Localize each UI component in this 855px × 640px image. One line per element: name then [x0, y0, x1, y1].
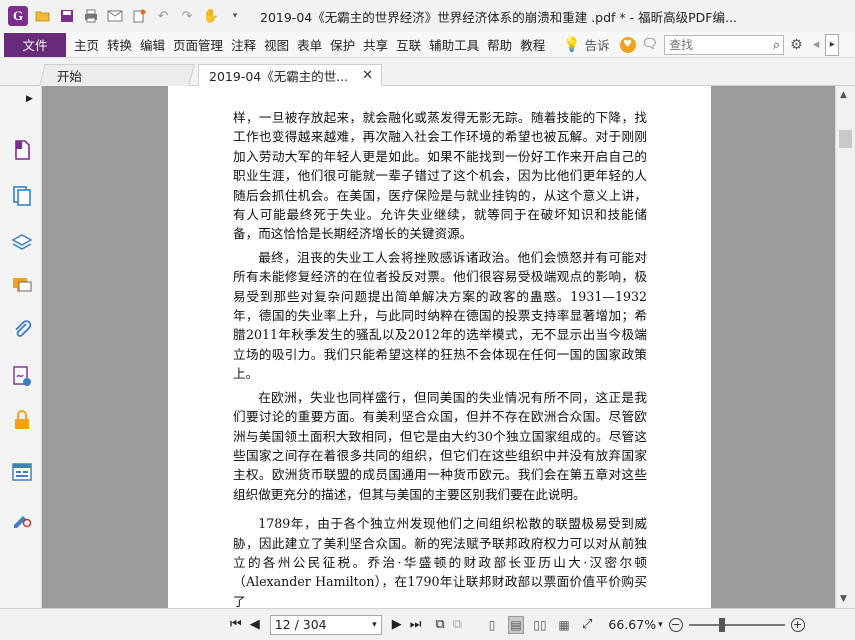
- zoom-level[interactable]: 66.67%: [608, 617, 656, 632]
- open-icon[interactable]: [34, 7, 52, 25]
- zoom-slider[interactable]: [688, 617, 785, 632]
- menu-convert[interactable]: 转换: [103, 35, 136, 54]
- menu-connect[interactable]: 互联: [392, 35, 425, 54]
- pdf-page: 样，一旦被存放起来，就会融化或蒸发得无影无踪。随着技能的下降，找工作也变得越来越…: [168, 86, 711, 608]
- paragraph: 样，一旦被存放起来，就会融化或蒸发得无影无踪。随着技能的下降，找工作也变得越来越…: [233, 110, 647, 242]
- zoom-in-icon[interactable]: +: [790, 617, 805, 632]
- facing-view-icon[interactable]: ▯▯: [532, 616, 548, 634]
- menu-form[interactable]: 表单: [293, 35, 326, 54]
- continuous-facing-view-icon[interactable]: ▦: [556, 616, 572, 634]
- search-icon[interactable]: ⌕: [773, 38, 780, 53]
- title-bar: G ↶ ↷ ✋ ▾ 2019-04《无霸主的世界经济》世界经济体系的崩溃和重建 …: [0, 0, 855, 32]
- menu-edit[interactable]: 编辑: [136, 35, 169, 54]
- hand-tool-icon[interactable]: ✋: [202, 7, 220, 25]
- tab-start[interactable]: 开始: [39, 64, 195, 86]
- scroll-thumb[interactable]: [839, 130, 852, 148]
- attachments-icon[interactable]: [10, 318, 34, 342]
- zoom-out-icon[interactable]: −: [668, 617, 683, 632]
- tab-bar: 开始 2019-04《无霸主的世... ✕: [0, 58, 855, 86]
- page-number-field[interactable]: 12 / 304 ▾: [269, 614, 382, 635]
- chat-icon[interactable]: 🗨: [642, 37, 659, 52]
- expand-panel-icon[interactable]: ▶: [26, 94, 33, 104]
- form-fields-icon[interactable]: [10, 460, 34, 484]
- next-view-icon[interactable]: ⧉: [453, 617, 462, 632]
- layers-icon[interactable]: [10, 230, 34, 254]
- menu-bar: 文件 主页 转换 编辑 页面管理 注释 视图 表单 保护 共享 互联 辅助工具 …: [0, 32, 855, 58]
- new-icon[interactable]: [130, 7, 148, 25]
- comments-icon[interactable]: [10, 274, 34, 298]
- tab-document-label: 2019-04《无霸主的世...: [209, 68, 349, 84]
- zoom-dropdown-icon[interactable]: ▾: [658, 620, 663, 630]
- menu-tutorial[interactable]: 教程: [516, 35, 549, 54]
- menu-comment[interactable]: 注释: [227, 35, 260, 54]
- search-box[interactable]: ⌕: [664, 34, 785, 55]
- page-number-value: 12 / 304: [274, 617, 327, 632]
- paragraph: 1789年，由于各个独立州发现他们之间组织松散的联盟极易受到威胁，因此建立了美利…: [233, 516, 647, 608]
- previous-page-icon[interactable]: ◀: [250, 617, 260, 632]
- last-page-icon[interactable]: ⏭: [410, 617, 422, 632]
- pages-icon[interactable]: [10, 138, 34, 162]
- signature-icon[interactable]: [10, 364, 34, 388]
- lightbulb-icon: 💡: [563, 36, 581, 53]
- heart-icon[interactable]: ♥: [619, 36, 636, 53]
- vertical-scrollbar[interactable]: ▲ ▼: [835, 86, 855, 608]
- menu-organize[interactable]: 页面管理: [169, 35, 227, 54]
- page-text: 样，一旦被存放起来，就会融化或蒸发得无影无踪。随着技能的下降，找工作也变得越来越…: [233, 108, 647, 608]
- menu-view[interactable]: 视图: [260, 35, 293, 54]
- paragraph: 在欧洲，失业也同样盛行，但同美国的失业情况有所不同，这正是我们要讨论的重要方面。…: [233, 389, 647, 502]
- tab-start-label: 开始: [56, 69, 82, 84]
- menu-share[interactable]: 共享: [359, 35, 392, 54]
- menu-protect[interactable]: 保护: [326, 35, 359, 54]
- security-icon[interactable]: [10, 408, 34, 432]
- undo-icon[interactable]: ↶: [154, 7, 172, 25]
- continuous-view-icon[interactable]: ▤: [508, 615, 524, 634]
- email-icon[interactable]: [106, 7, 124, 25]
- nav-right-icon[interactable]: ▸: [825, 33, 840, 56]
- window-title: 2019-04《无霸主的世界经济》世界经济体系的崩溃和重建 .pdf * - 福…: [260, 9, 737, 25]
- zoom-slider-thumb[interactable]: [718, 617, 725, 632]
- certify-icon[interactable]: [10, 506, 34, 530]
- left-sidebar: ▶: [0, 86, 42, 608]
- app-logo-icon[interactable]: G: [8, 6, 28, 26]
- tab-document[interactable]: 2019-04《无霸主的世... ✕: [198, 64, 382, 86]
- dropdown-icon[interactable]: ▾: [226, 7, 244, 25]
- previous-view-icon[interactable]: ⧉: [435, 617, 444, 632]
- menu-accessibility[interactable]: 辅助工具: [425, 35, 483, 54]
- chevron-down-icon[interactable]: ▾: [372, 620, 377, 630]
- fullscreen-icon[interactable]: ⤢: [582, 617, 592, 632]
- save-icon[interactable]: [58, 7, 76, 25]
- file-menu-button[interactable]: 文件: [4, 32, 66, 57]
- gear-icon[interactable]: ⚙: [790, 37, 803, 53]
- thumbnails-icon[interactable]: [10, 184, 34, 208]
- nav-left-icon[interactable]: ◂: [813, 37, 820, 52]
- redo-icon[interactable]: ↷: [178, 7, 196, 25]
- ribbon-tabs: 主页 转换 编辑 页面管理 注释 视图 表单 保护 共享 互联 辅助工具 帮助 …: [70, 35, 549, 54]
- scroll-up-icon[interactable]: ▲: [840, 90, 847, 100]
- next-page-icon[interactable]: ▶: [392, 617, 402, 632]
- menu-home[interactable]: 主页: [70, 35, 103, 54]
- print-icon[interactable]: [82, 7, 100, 25]
- close-icon[interactable]: ✕: [362, 68, 373, 83]
- scroll-down-icon[interactable]: ▼: [840, 594, 847, 604]
- menu-help[interactable]: 帮助: [483, 35, 516, 54]
- paragraph: 最终，沮丧的失业工人会将挫败感诉诸政治。他们会愤怒并有可能对所有未能修复经济的在…: [233, 249, 647, 382]
- single-page-view-icon[interactable]: ▯: [484, 616, 500, 634]
- first-page-icon[interactable]: ⏮: [230, 617, 242, 632]
- document-area[interactable]: 样，一旦被存放起来，就会融化或蒸发得无影无踪。随着技能的下降，找工作也变得越来越…: [42, 86, 835, 608]
- tell-me-label[interactable]: 告诉: [585, 35, 610, 54]
- status-bar: ⏮ ◀ 12 / 304 ▾ ▶ ⏭ ⧉ ⧉ ▯ ▤ ▯▯ ▦ ⤢ 66.67%…: [0, 608, 855, 640]
- search-input[interactable]: [669, 37, 766, 52]
